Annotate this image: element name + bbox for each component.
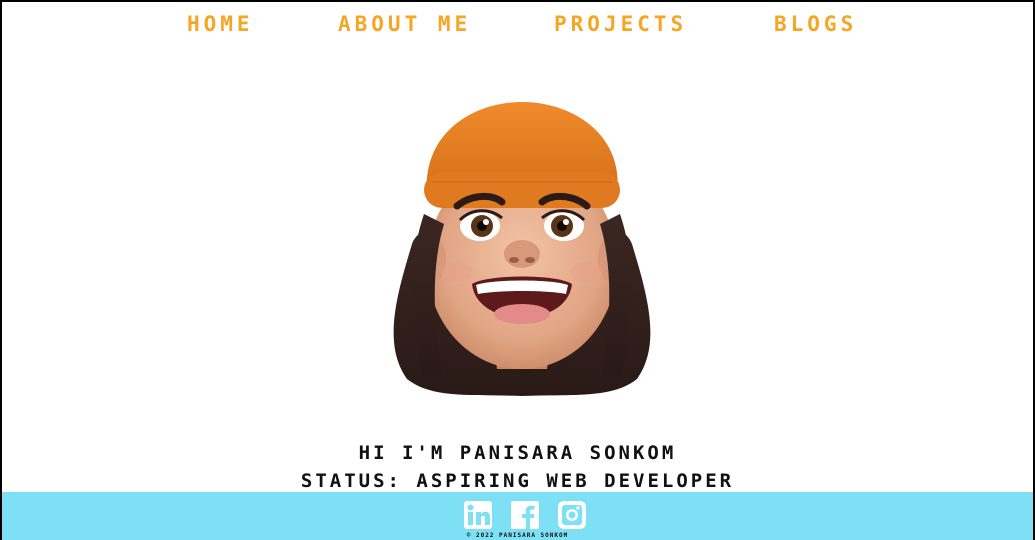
footer: © 2022 PANISARA SONKOM bbox=[2, 492, 1033, 540]
instagram-icon[interactable] bbox=[556, 499, 588, 531]
intro-status: STATUS: ASPIRING WEB DEVELOPER bbox=[300, 470, 735, 492]
main-nav: HOME ABOUT ME PROJECTS BLOGS bbox=[2, 10, 1033, 40]
copyright-text: © 2022 PANISARA SONKOM bbox=[466, 532, 569, 539]
nav-home-link[interactable]: HOME bbox=[187, 10, 254, 38]
nav-blogs-link[interactable]: BLOGS bbox=[774, 10, 857, 38]
nav-projects-link[interactable]: PROJECTS bbox=[554, 10, 687, 38]
facebook-icon[interactable] bbox=[509, 499, 541, 531]
nav-about-link[interactable]: ABOUT ME bbox=[338, 10, 471, 38]
intro-greeting: HI I'M PANISARA SONKOM bbox=[358, 442, 677, 464]
linkedin-icon[interactable] bbox=[462, 499, 494, 531]
page-frame: HOME ABOUT ME PROJECTS BLOGS HI I'M PANI… bbox=[0, 0, 1035, 540]
memoji-avatar bbox=[393, 102, 651, 396]
